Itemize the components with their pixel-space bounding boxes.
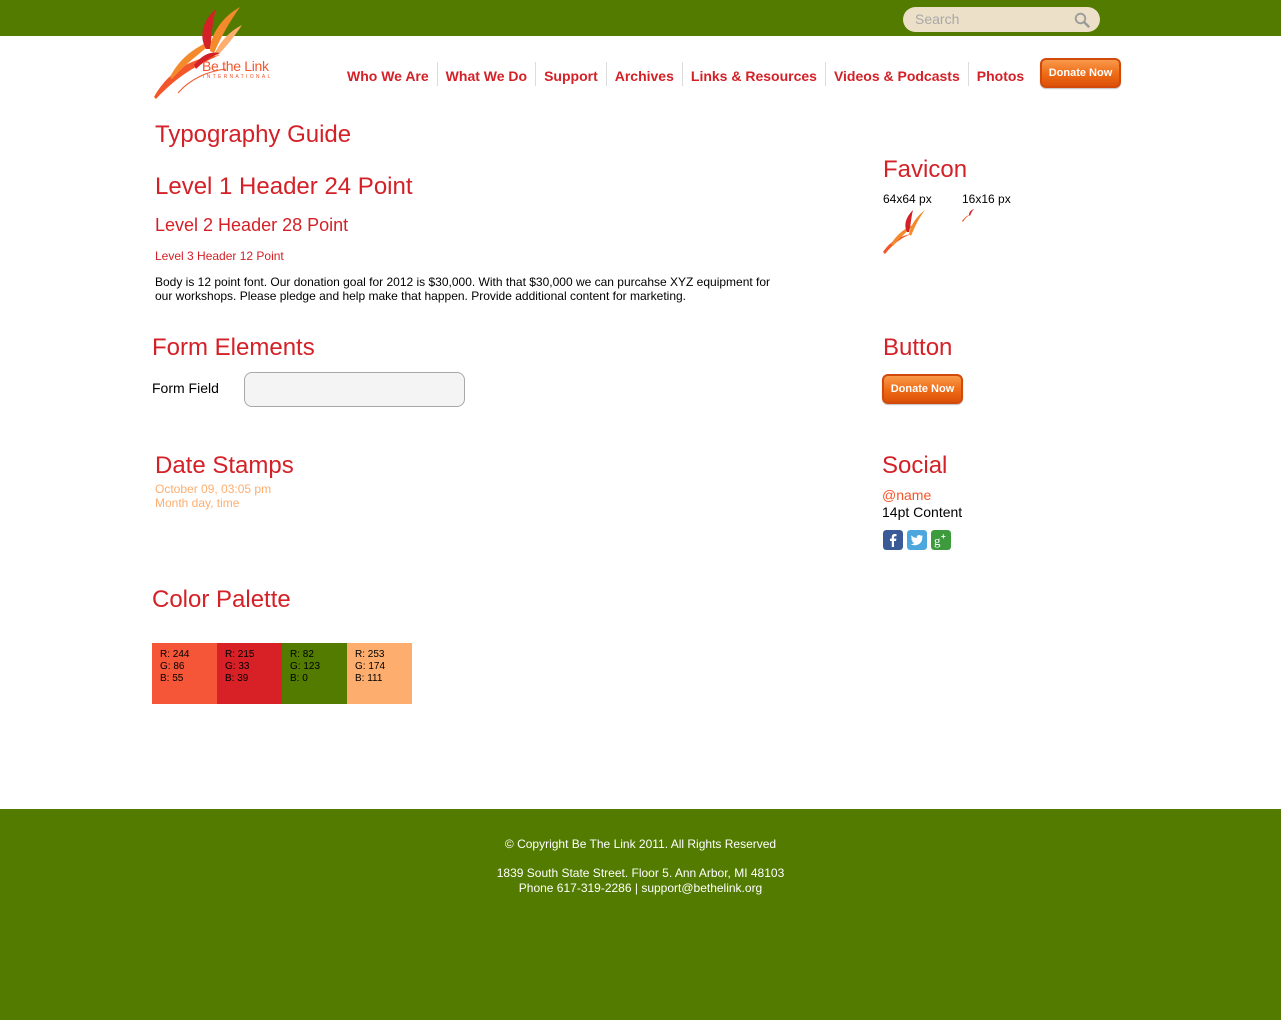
date-stamp-format: Month day, time — [155, 496, 240, 510]
social-content: 14pt Content — [882, 504, 963, 520]
date-stamps-title: Date Stamps — [155, 452, 294, 479]
footer-address: 1839 South State Street. Floor 5. Ann Ar… — [496, 866, 785, 880]
level-2-header-sample: Level 2 Header 28 Point — [155, 215, 349, 235]
palette-swatch-peach: R: 253 G: 174 B: 111 — [347, 643, 412, 704]
body-text-line: Body is 12 point font. Our donation goal… — [155, 275, 771, 289]
swatch-green-value: G: 174 — [355, 661, 386, 672]
svg-text:g: g — [934, 533, 941, 548]
level-3-header-sample: Level 3 Header 12 Point — [155, 249, 284, 263]
swatch-blue-value: B: 111 — [355, 673, 383, 684]
nav-photos[interactable]: Photos — [967, 62, 1032, 86]
swatch-red-value: R: 244 — [160, 649, 190, 660]
nav-who-we-are[interactable]: Who We Are — [339, 62, 437, 86]
typography-guide-title: Typography Guide — [155, 121, 352, 148]
level-1-header-sample: Level 1 Header 24 Point — [155, 173, 413, 200]
site-logo[interactable]: Be the Link INTERNATIONAL — [150, 5, 285, 100]
footer-contact[interactable]: Phone 617-319-2286 | support@bethelink.o… — [0, 881, 1281, 895]
facebook-icon[interactable] — [883, 530, 903, 550]
favicon-small-label: 16x16 px — [962, 192, 1011, 206]
nav-support[interactable]: Support — [535, 62, 606, 86]
body-text-line: our workshops. Please pledge and help ma… — [155, 289, 686, 303]
swatch-blue-value: B: 39 — [225, 673, 249, 684]
swatch-green-value: G: 86 — [160, 661, 185, 672]
color-palette-title: Color Palette — [152, 586, 291, 613]
nav-links-resources[interactable]: Links & Resources — [681, 62, 825, 86]
palette-swatch-green: R: 82 G: 123 B: 0 — [282, 643, 347, 704]
favicon-large-label: 64x64 px — [883, 192, 932, 206]
donate-now-button[interactable]: Donate Now — [1040, 58, 1121, 88]
date-stamp-example: October 09, 03:05 pm — [155, 482, 272, 496]
logo-wordmark: Be the Link — [202, 58, 269, 74]
favicon-title: Favicon — [883, 156, 968, 183]
svg-text:+: + — [941, 532, 946, 541]
twitter-icon[interactable] — [907, 530, 927, 550]
search-icon[interactable] — [1074, 12, 1090, 28]
phoenix-logo-icon — [154, 7, 242, 99]
favicon-small-icon — [962, 209, 974, 222]
main-nav: Who We Are What We Do Support Archives L… — [339, 60, 1032, 88]
swatch-blue-value: B: 0 — [290, 673, 308, 684]
form-field-input[interactable] — [244, 372, 465, 407]
swatch-green-value: G: 33 — [225, 661, 250, 672]
swatch-green-value: G: 123 — [290, 661, 321, 672]
nav-videos-podcasts[interactable]: Videos & Podcasts — [824, 62, 968, 86]
swatch-red-value: R: 253 — [355, 649, 385, 660]
social-handle[interactable]: @name — [882, 487, 931, 503]
search-input[interactable] — [915, 10, 1065, 28]
swatch-red-value: R: 82 — [290, 649, 314, 660]
button-title: Button — [883, 334, 953, 361]
palette-swatch-red: R: 215 G: 33 B: 39 — [217, 643, 282, 704]
logo-subtitle: INTERNATIONAL — [203, 74, 273, 80]
form-elements-title: Form Elements — [152, 334, 315, 361]
favicon-large-icon — [883, 210, 925, 254]
nav-archives[interactable]: Archives — [605, 62, 682, 86]
nav-what-we-do[interactable]: What We Do — [436, 62, 535, 86]
swatch-blue-value: B: 55 — [160, 673, 184, 684]
footer: © Copyright Be The Link 2011. All Rights… — [0, 809, 1281, 1020]
footer-copyright: © Copyright Be The Link 2011. All Rights… — [504, 837, 777, 851]
body-text-sample: Body is 12 point font. Our donation goal… — [155, 275, 770, 303]
social-title: Social — [882, 452, 948, 479]
form-field-label: Form Field — [152, 380, 219, 396]
swatch-red-value: R: 215 — [225, 649, 255, 660]
google-plus-icon[interactable]: g + — [931, 530, 951, 550]
palette-swatch-orange: R: 244 G: 86 B: 55 — [152, 643, 217, 704]
donate-now-sample-button[interactable]: Donate Now — [882, 374, 963, 404]
search-box[interactable] — [903, 7, 1100, 32]
